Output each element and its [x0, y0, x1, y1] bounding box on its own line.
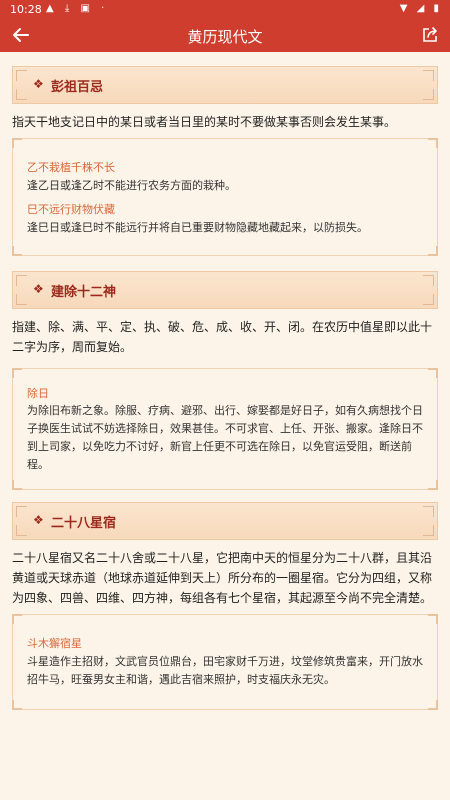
item-title: 斗木獬宿星 — [27, 637, 82, 650]
app-bar: 黄历现代文 — [0, 20, 450, 52]
system-icons: ▼ ◢ ▮ — [399, 3, 442, 14]
item-title: 巳不远行财物伏藏 — [27, 203, 115, 216]
section-header-jianchu: ❖ 建除十二神 — [12, 271, 438, 309]
notification-icons: ▲ ⤓ ▣ · — [46, 3, 109, 14]
diamond-bullet-icon: ❖ — [33, 77, 44, 91]
section-title: 彭祖百忌 — [51, 80, 104, 95]
section-title: 建除十二神 — [51, 285, 117, 300]
section-header-pengzu: ❖ 彭祖百忌 — [12, 66, 438, 104]
section-header-28-mansions: ❖ 二十八星宿 — [12, 502, 438, 540]
section-items-box: 斗木獬宿星 斗星造作主招财，文武官员位鼎台，田宅家财千万进，坟堂修筑贵富来，开门… — [12, 614, 438, 710]
item-title: 乙不栽植千株不长 — [27, 161, 115, 174]
section-description: 指建、除、满、平、定、执、破、危、成、收、开、闭。在农历中值星即以此十二字为序，… — [12, 320, 433, 354]
diamond-bullet-icon: ❖ — [33, 513, 44, 527]
status-bar: 10:28 ▲ ⤓ ▣ · ▼ ◢ ▮ — [0, 0, 450, 20]
page-title: 黄历现代文 — [187, 28, 263, 46]
section-description: 指天干地支记日中的某日或者当日里的某时不要做某事否则会发生某事。 — [12, 115, 397, 129]
item-text: 为除旧布新之象。除服、疗病、避邪、出行、嫁娶都是好日子，如有久病想找个日子换医生… — [27, 404, 423, 471]
section-description: 二十八星宿又名二十八舍或二十八星，它把南中天的恒星分为二十八群，且其沿黄道或天球… — [12, 551, 433, 605]
item-title: 除日 — [27, 387, 49, 400]
status-time: 10:28 — [10, 3, 42, 16]
item-text: 逢乙日或逢乙时不能进行农务方面的栽种。 — [27, 179, 236, 192]
share-icon[interactable] — [420, 25, 440, 45]
section-items-box: 乙不栽植千株不长 逢乙日或逢乙时不能进行农务方面的栽种。 巳不远行财物伏藏 逢巳… — [12, 138, 438, 256]
section-items-box: 除日 为除旧布新之象。除服、疗病、避邪、出行、嫁娶都是好日子，如有久病想找个日子… — [12, 368, 438, 490]
diamond-bullet-icon: ❖ — [33, 282, 44, 296]
item-text: 斗星造作主招财，文武官员位鼎台，田宅家财千万进，坟堂修筑贵富来，开门放水招牛马，… — [27, 655, 423, 686]
item-text: 逢巳日或逢巳时不能远行并将自已重要财物隐藏地藏起来，以防损失。 — [27, 221, 368, 234]
section-title: 二十八星宿 — [51, 516, 117, 531]
content-scroll[interactable]: ❖ 彭祖百忌 指天干地支记日中的某日或者当日里的某时不要做某事否则会发生某事。 … — [0, 52, 450, 800]
